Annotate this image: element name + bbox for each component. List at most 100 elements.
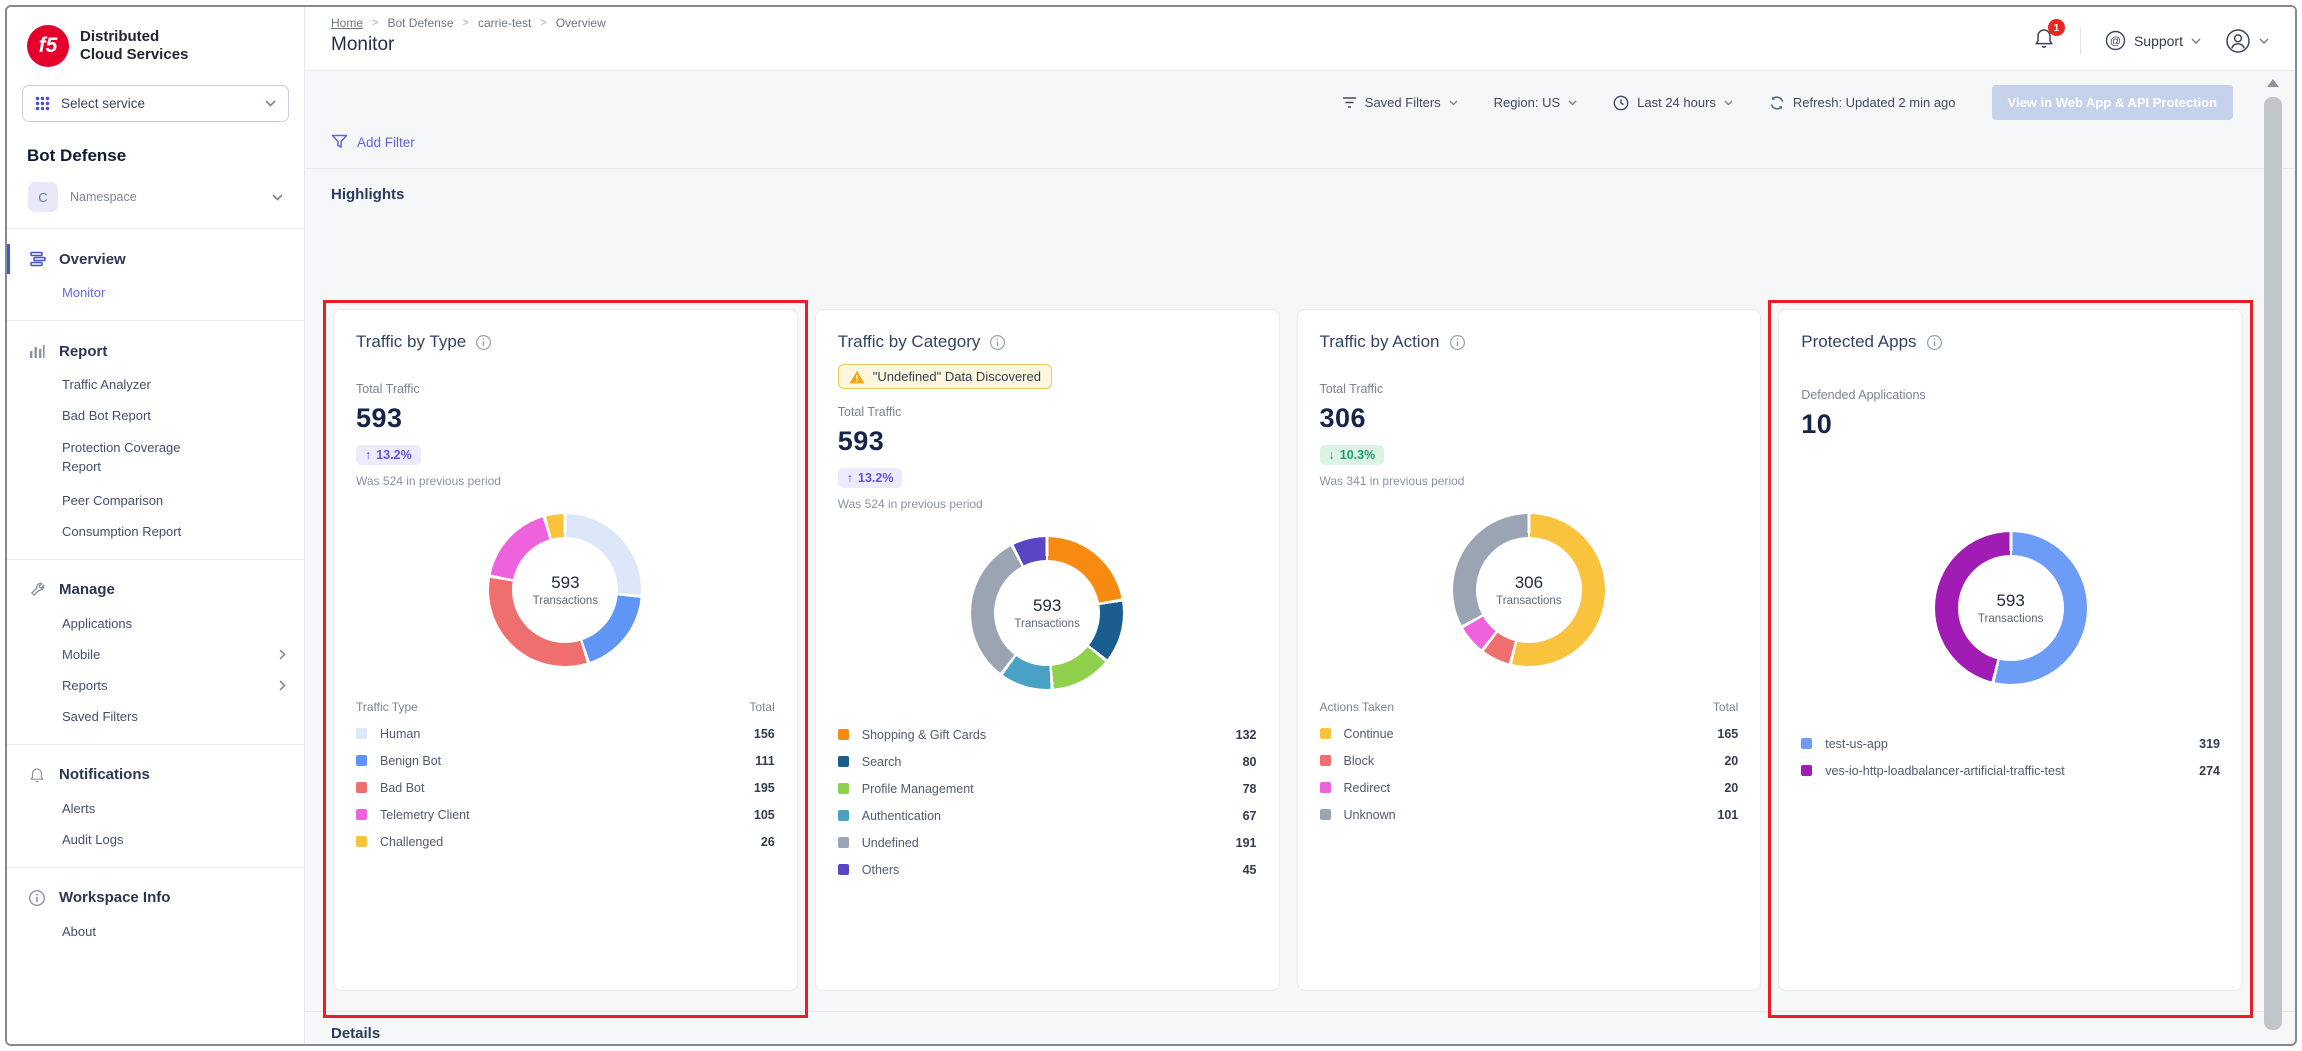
legend-header: Actions Taken Total — [1320, 698, 1739, 720]
sidebar-item-applications[interactable]: Applications — [7, 608, 304, 639]
info-icon[interactable] — [475, 334, 492, 351]
legend-item[interactable]: Profile Management78 — [838, 775, 1257, 802]
details-section-title: Details — [305, 1011, 2295, 1044]
view-in-waap-button[interactable]: View in Web App & API Protection — [1992, 85, 2233, 120]
top-bar: Home > Bot Defense > carrie-test > Overv… — [305, 7, 2295, 71]
sidebar-item-label: Mobile — [62, 647, 100, 662]
legend-item[interactable]: Unknown101 — [1320, 801, 1739, 828]
legend-item[interactable]: Authentication67 — [838, 802, 1257, 829]
legend-item[interactable]: test-us-app319 — [1801, 730, 2220, 757]
chevron-down-icon — [265, 100, 276, 107]
saved-filters-dropdown[interactable]: Saved Filters — [1342, 95, 1458, 110]
legend-item[interactable]: Continue165 — [1320, 720, 1739, 747]
card-traffic-by-category: Traffic by Category "Undefined" Data Dis… — [815, 309, 1280, 991]
legend-item[interactable]: Undefined191 — [838, 829, 1257, 856]
undefined-data-warning-badge[interactable]: "Undefined" Data Discovered — [838, 364, 1052, 389]
brand-name-line2: Cloud Services — [80, 46, 188, 64]
user-menu[interactable] — [2225, 28, 2269, 54]
info-icon[interactable] — [1449, 334, 1466, 351]
legend-value: 191 — [1236, 836, 1257, 850]
metric-value: 593 — [838, 426, 1257, 457]
sidebar-item-traffic-analyzer[interactable]: Traffic Analyzer — [7, 369, 304, 400]
app-window: f5 Distributed Cloud Services Select ser… — [5, 5, 2297, 1046]
legend-item[interactable]: Block20 — [1320, 747, 1739, 774]
chevron-down-icon — [272, 194, 283, 201]
breadcrumb-home[interactable]: Home — [331, 16, 363, 30]
card-title: Traffic by Action — [1320, 332, 1440, 352]
legend-label: ves-io-http-loadbalancer-artificial-traf… — [1825, 764, 2064, 778]
legend-body: test-us-app319 ves-io-http-loadbalancer-a… — [1801, 730, 2220, 784]
delta-badge: ↓ 10.3% — [1320, 445, 1385, 465]
legend-item[interactable]: ves-io-http-loadbalancer-artificial-traf… — [1801, 757, 2220, 784]
donut-chart-protected-apps[interactable]: 593 Transactions — [1935, 532, 2087, 684]
delta-value: 13.2% — [376, 448, 411, 462]
vertical-scrollbar[interactable] — [2263, 75, 2283, 1044]
donut-chart-traffic-by-category[interactable]: 593 Transactions — [971, 537, 1123, 689]
legend-body: Continue165Block20Redirect20Unknown101 — [1320, 720, 1739, 828]
notifications-button[interactable]: 1 — [2032, 26, 2056, 55]
breadcrumb-separator: > — [540, 17, 546, 29]
product-title: Bot Defense — [27, 146, 289, 166]
sidebar-item-reports[interactable]: Reports — [7, 670, 304, 701]
sidebar-item-bad-bot-report[interactable]: Bad Bot Report — [7, 400, 304, 431]
donut-chart-traffic-by-action[interactable]: 306 Transactions — [1453, 514, 1605, 666]
sidebar-item-protection-coverage-report[interactable]: Protection Coverage Report — [7, 431, 237, 485]
sidebar-item-monitor[interactable]: Monitor — [7, 277, 304, 308]
region-dropdown[interactable]: Region: US — [1494, 95, 1577, 110]
breadcrumb-namespace[interactable]: carrie-test — [478, 16, 531, 30]
notification-badge: 1 — [2048, 19, 2065, 36]
sidebar-item-report[interactable]: Report — [7, 333, 304, 369]
legend-item[interactable]: Telemetry Client105 — [356, 801, 775, 828]
support-menu[interactable]: @ Support — [2105, 30, 2201, 51]
legend-value: 101 — [1717, 808, 1738, 822]
sidebar-item-manage[interactable]: Manage — [7, 572, 304, 608]
warning-badge-label: "Undefined" Data Discovered — [873, 369, 1041, 384]
legend-value: 78 — [1243, 782, 1257, 796]
sidebar-item-saved-filters[interactable]: Saved Filters — [7, 701, 304, 732]
service-selector-label: Select service — [61, 96, 145, 111]
metric-value: 593 — [356, 403, 775, 434]
donut-chart-traffic-by-type[interactable]: 593 Transactions — [489, 514, 641, 666]
sidebar-item-audit-logs[interactable]: Audit Logs — [7, 824, 304, 855]
sidebar-item-label: Manage — [59, 581, 115, 598]
legend-item[interactable]: Human156 — [356, 720, 775, 747]
overview-icon — [28, 250, 46, 268]
add-filter-button[interactable]: Add Filter — [357, 135, 415, 150]
chevron-down-icon — [1449, 100, 1458, 106]
legend-item[interactable]: Benign Bot111 — [356, 747, 775, 774]
sidebar-item-mobile[interactable]: Mobile — [7, 639, 304, 670]
legend-item[interactable]: Others45 — [838, 856, 1257, 883]
sidebar-item-peer-comparison[interactable]: Peer Comparison — [7, 485, 304, 516]
namespace-selector[interactable]: C Namespace — [22, 178, 289, 216]
sidebar-item-notifications[interactable]: Notifications — [7, 757, 304, 793]
sidebar-item-workspace-info[interactable]: Workspace Info — [7, 880, 304, 916]
breadcrumb-overview[interactable]: Overview — [556, 16, 606, 30]
scrollbar-thumb[interactable] — [2264, 97, 2282, 1030]
refresh-button[interactable]: Refresh: Updated 2 min ago — [1769, 95, 1956, 111]
chevron-down-icon — [2191, 38, 2201, 44]
legend-item[interactable]: Challenged26 — [356, 828, 775, 855]
breadcrumb-bot-defense[interactable]: Bot Defense — [387, 16, 453, 30]
info-icon[interactable] — [1926, 334, 1943, 351]
previous-period-note: Was 524 in previous period — [356, 474, 775, 488]
legend-label: Authentication — [862, 809, 941, 823]
sidebar-item-alerts[interactable]: Alerts — [7, 793, 304, 824]
time-range-dropdown[interactable]: Last 24 hours — [1613, 95, 1733, 111]
legend-item[interactable]: Redirect20 — [1320, 774, 1739, 801]
legend-swatch — [356, 782, 367, 793]
legend-swatch — [838, 783, 849, 794]
info-icon[interactable] — [989, 334, 1006, 351]
legend-body: Shopping & Gift Cards132Search80Profile … — [838, 721, 1257, 883]
legend-item[interactable]: Search80 — [838, 748, 1257, 775]
sidebar: f5 Distributed Cloud Services Select ser… — [7, 7, 305, 1044]
service-selector[interactable]: Select service — [22, 85, 289, 122]
scrollbar-up-arrow-icon[interactable] — [2267, 79, 2279, 87]
legend-header-label: Actions Taken — [1320, 700, 1395, 714]
breadcrumb-separator: > — [372, 17, 378, 29]
sidebar-item-consumption-report[interactable]: Consumption Report — [7, 516, 304, 547]
legend-item[interactable]: Shopping & Gift Cards132 — [838, 721, 1257, 748]
sidebar-item-overview[interactable]: Overview — [7, 241, 304, 277]
chevron-down-icon — [1724, 100, 1733, 106]
sidebar-item-about[interactable]: About — [7, 916, 304, 947]
legend-item[interactable]: Bad Bot195 — [356, 774, 775, 801]
